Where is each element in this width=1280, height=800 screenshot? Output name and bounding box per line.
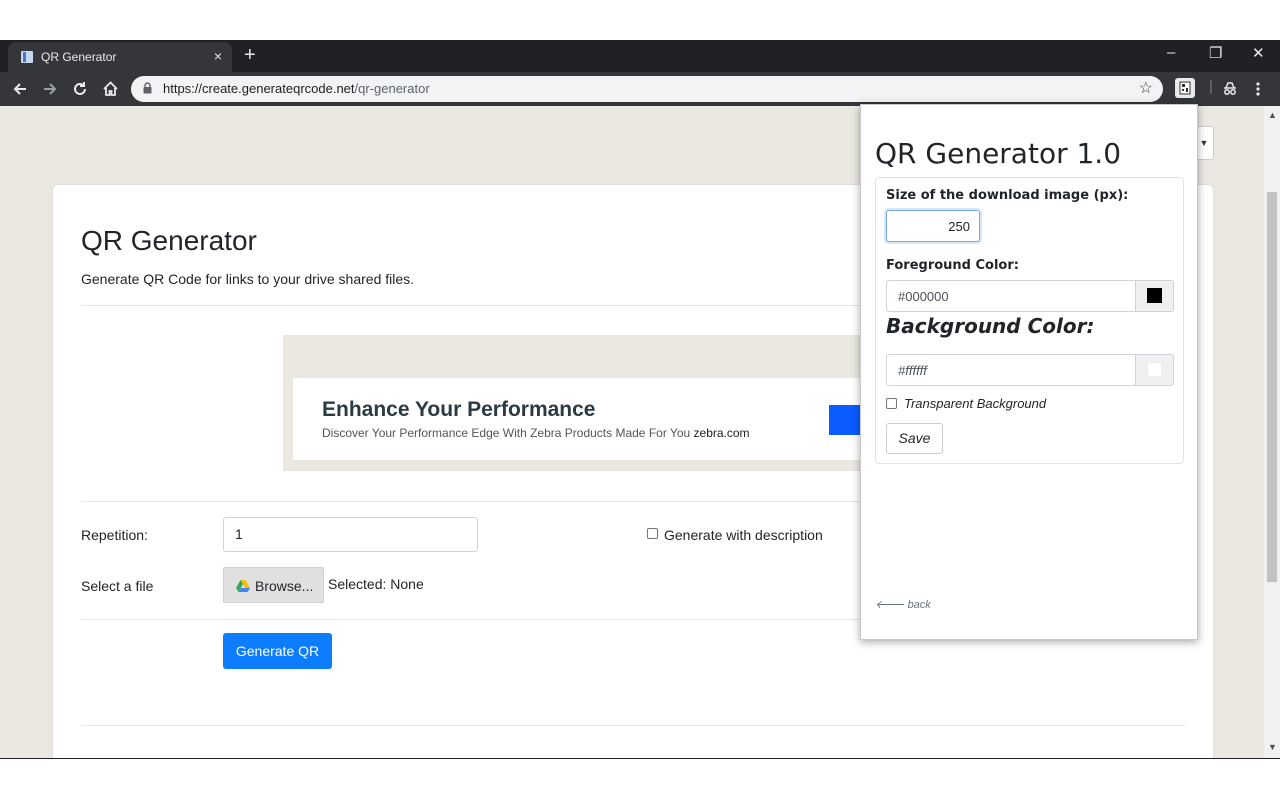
scroll-up-arrow-icon[interactable]: ▲ bbox=[1268, 110, 1277, 120]
google-drive-icon bbox=[236, 580, 250, 592]
url-text: https://create.generateqrcode.net/qr-gen… bbox=[163, 81, 430, 96]
scroll-thumb[interactable] bbox=[1267, 192, 1277, 582]
transparent-label: Transparent Background bbox=[904, 396, 1047, 411]
ad-cta-button[interactable] bbox=[829, 405, 863, 435]
incognito-icon[interactable] bbox=[1222, 81, 1238, 97]
back-arrow-icon: 🡐 bbox=[875, 599, 905, 611]
foreground-color-input[interactable]: #000000 bbox=[886, 280, 1136, 312]
popup-title: QR Generator 1.0 bbox=[875, 137, 1122, 170]
url-path: /qr-generator bbox=[354, 81, 430, 96]
url-host: https://create.generateqrcode.net bbox=[163, 81, 355, 96]
browse-button[interactable]: Browse... bbox=[223, 567, 324, 603]
document-icon bbox=[21, 51, 33, 63]
close-window-button[interactable]: ✕ bbox=[1252, 44, 1265, 62]
home-icon[interactable] bbox=[102, 80, 119, 97]
ad-banner[interactable]: Enhance Your Performance Discover Your P… bbox=[283, 335, 863, 471]
divider bbox=[81, 725, 1185, 726]
bookmark-star-icon[interactable]: ☆ bbox=[1139, 78, 1153, 98]
toolbar-divider: | bbox=[1209, 78, 1213, 95]
ad-content[interactable]: Enhance Your Performance Discover Your P… bbox=[293, 378, 863, 460]
repetition-label: Repetition: bbox=[81, 527, 148, 543]
page-subtitle: Generate QR Code for links to your drive… bbox=[81, 271, 415, 287]
taskbar-area bbox=[0, 758, 1280, 800]
tab-qr-generator[interactable]: QR Generator × bbox=[8, 42, 232, 72]
size-label: Size of the download image (px): bbox=[886, 188, 1129, 203]
description-checkbox[interactable] bbox=[647, 528, 658, 539]
foreground-label: Foreground Color: bbox=[886, 258, 1019, 273]
settings-panel: Size of the download image (px): 250 For… bbox=[875, 177, 1184, 464]
ad-description-text: Discover Your Performance Edge With Zebr… bbox=[322, 426, 691, 440]
tab-bar: QR Generator × + – ❐ ✕ bbox=[0, 40, 1280, 72]
minimize-button[interactable]: – bbox=[1167, 44, 1175, 61]
back-link[interactable]: 🡐 back bbox=[875, 597, 931, 611]
forward-arrow-icon[interactable] bbox=[42, 81, 58, 97]
back-arrow-icon[interactable] bbox=[12, 81, 28, 97]
tab-title: QR Generator bbox=[41, 50, 117, 64]
save-button[interactable]: Save bbox=[886, 423, 943, 454]
restore-button[interactable]: ❐ bbox=[1209, 44, 1222, 62]
close-tab-icon[interactable]: × bbox=[214, 48, 222, 64]
lock-icon bbox=[143, 82, 152, 94]
foreground-color-picker[interactable] bbox=[1135, 280, 1174, 312]
selected-file-text: Selected: None bbox=[328, 576, 424, 592]
transparent-checkbox[interactable] bbox=[886, 398, 897, 409]
background-color-input[interactable]: #ffffff bbox=[886, 354, 1136, 386]
address-bar[interactable]: https://create.generateqrcode.net/qr-gen… bbox=[131, 76, 1163, 102]
ad-domain[interactable]: zebra.com bbox=[694, 426, 750, 440]
scroll-down-arrow-icon[interactable]: ▼ bbox=[1268, 742, 1277, 752]
foreground-swatch bbox=[1147, 288, 1162, 303]
extension-popup: QR Generator 1.0 Size of the download im… bbox=[860, 104, 1198, 640]
ad-headline[interactable]: Enhance Your Performance bbox=[322, 398, 595, 422]
page-scrollbar[interactable]: ▲ ▼ bbox=[1264, 106, 1280, 758]
page-title: QR Generator bbox=[81, 225, 257, 256]
generate-qr-button[interactable]: Generate QR bbox=[223, 633, 332, 669]
qr-code-icon bbox=[1179, 81, 1191, 95]
description-label: Generate with description bbox=[664, 527, 823, 543]
repetition-input[interactable]: 1 bbox=[223, 517, 478, 552]
browse-label: Browse... bbox=[255, 578, 314, 594]
size-input[interactable]: 250 bbox=[886, 210, 980, 242]
background-color-picker[interactable] bbox=[1135, 354, 1174, 386]
menu-icon[interactable] bbox=[1255, 81, 1261, 97]
background-swatch bbox=[1147, 362, 1162, 377]
reload-icon[interactable] bbox=[72, 81, 88, 97]
qr-extension-icon[interactable] bbox=[1175, 78, 1195, 98]
back-label: back bbox=[907, 599, 931, 611]
ad-description: Discover Your Performance Edge With Zebr… bbox=[322, 426, 750, 440]
file-label: Select a file bbox=[81, 578, 154, 594]
new-tab-button[interactable]: + bbox=[244, 44, 256, 67]
browser-toolbar: https://create.generateqrcode.net/qr-gen… bbox=[0, 72, 1280, 106]
background-label: Background Color: bbox=[886, 314, 1095, 338]
